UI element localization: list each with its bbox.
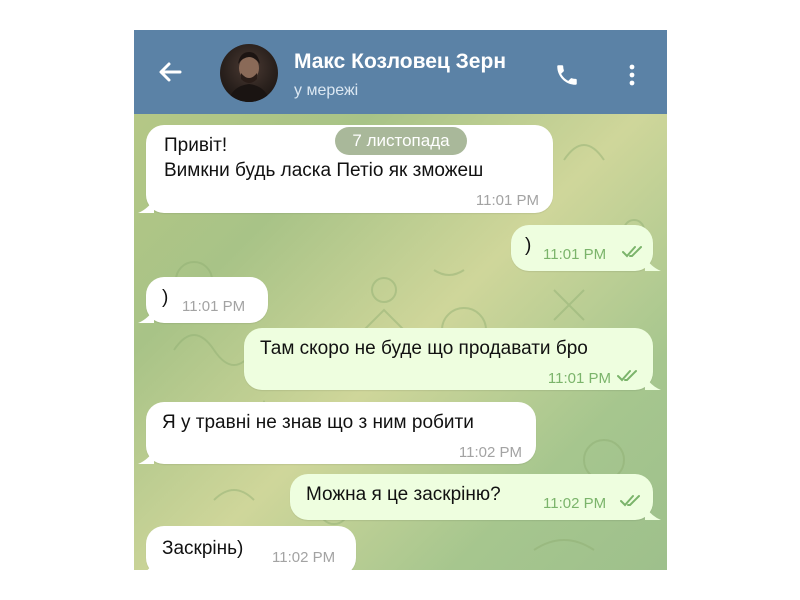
message-text: Можна я це заскріню? (306, 484, 501, 505)
chat-window: Макс Козловец Зерн у мережі Привіт! Вимк… (134, 30, 667, 570)
contact-name[interactable]: Макс Козловец Зерн (294, 50, 539, 74)
message-time: 11:01 PM (547, 370, 611, 387)
double-check-icon (617, 370, 637, 382)
chat-header: Макс Козловец Зерн у мережі (134, 30, 667, 114)
message-bubble-incoming[interactable]: Я у травні не знав що з ним робити 11:02… (138, 402, 536, 464)
message-bubble-incoming[interactable]: ) 11:01 PM (138, 277, 268, 323)
message-text: Вимкни будь ласка Петіо як зможеш (164, 160, 484, 181)
more-vertical-icon[interactable] (626, 64, 638, 86)
message-text: ) (162, 287, 169, 308)
online-status: у мережі (294, 82, 359, 99)
message-bubble-outgoing[interactable]: ) 11:01 PM (511, 225, 661, 271)
contact-avatar[interactable] (220, 44, 278, 102)
message-text: Я у травні не знав що з ним робити (162, 412, 474, 433)
message-text: Там скоро не буде що продавати бро (260, 338, 588, 359)
message-text: Заскрінь) (162, 538, 244, 559)
message-bubble-outgoing[interactable]: Можна я це заскріню? 11:02 PM (290, 474, 661, 520)
message-time: 11:01 PM (543, 246, 607, 263)
message-text: Привіт! (164, 135, 228, 156)
message-bubble-incoming[interactable]: Заскрінь) 11:02 PM (146, 526, 356, 570)
message-time: 11:01 PM (182, 298, 246, 315)
message-bubble-outgoing[interactable]: Там скоро не буде що продавати бро 11:01… (244, 328, 661, 390)
message-text: ) (525, 235, 532, 256)
double-check-icon (622, 246, 642, 258)
message-time: 11:01 PM (475, 192, 539, 209)
message-time: 11:02 PM (458, 444, 522, 461)
double-check-icon (620, 495, 640, 507)
message-time: 11:02 PM (543, 495, 607, 512)
message-time: 11:02 PM (272, 549, 336, 566)
arrow-left-icon[interactable] (156, 58, 184, 86)
phone-icon[interactable] (554, 62, 580, 88)
date-separator: 7 листопада (335, 127, 467, 155)
